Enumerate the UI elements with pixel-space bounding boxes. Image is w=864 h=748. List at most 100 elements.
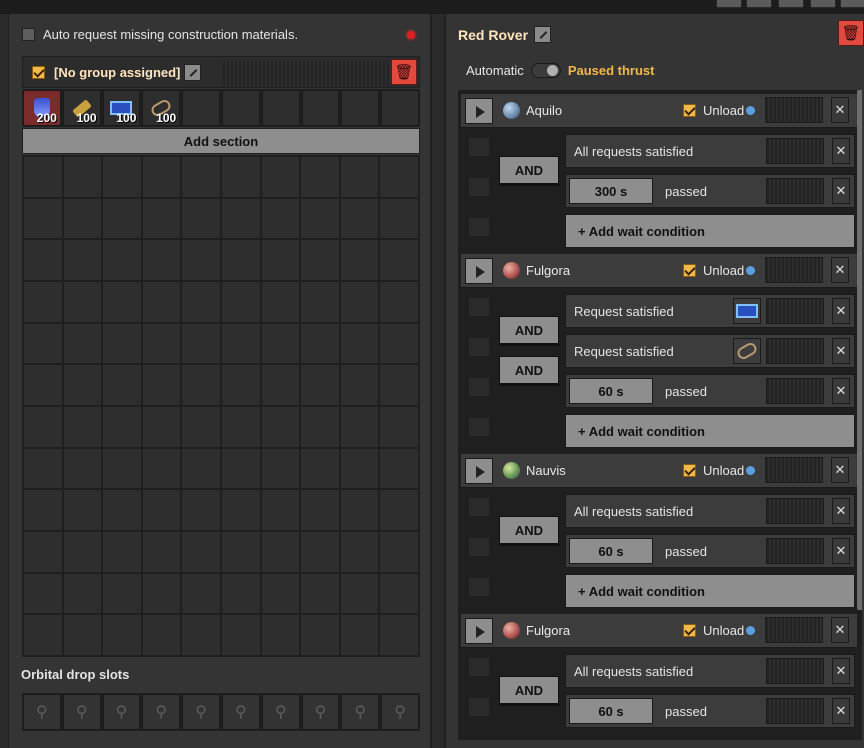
inventory-cell[interactable]	[380, 531, 418, 572]
inventory-cell[interactable]	[142, 490, 181, 530]
inventory-cell[interactable]	[63, 157, 102, 197]
toolbar-button[interactable]	[746, 0, 772, 8]
inventory-cell[interactable]	[261, 365, 300, 405]
inventory-cell[interactable]	[24, 365, 62, 405]
inventory-cell[interactable]	[340, 531, 379, 572]
inventory-cell[interactable]	[24, 240, 62, 280]
inventory-cell[interactable]	[380, 281, 418, 322]
add-wait-condition-button[interactable]: + Add wait condition	[565, 214, 855, 248]
inventory-cell[interactable]	[340, 406, 379, 447]
inventory-cell[interactable]	[182, 365, 220, 405]
inventory-cell[interactable]	[103, 157, 141, 197]
inventory-cell[interactable]	[103, 531, 141, 572]
remove-station-button[interactable]: ✕	[831, 617, 849, 643]
remove-condition-button[interactable]: ✕	[832, 178, 850, 204]
go-to-station-button[interactable]	[465, 257, 493, 284]
inventory-cell[interactable]	[182, 615, 220, 655]
inventory-cell[interactable]	[103, 323, 141, 364]
inventory-cell[interactable]	[24, 323, 62, 364]
unload-checkbox[interactable]	[683, 464, 696, 477]
inventory-cell[interactable]	[380, 448, 418, 489]
inventory-cell[interactable]	[63, 281, 102, 322]
inventory-cell[interactable]	[261, 281, 300, 322]
drag-handle[interactable]	[469, 538, 489, 556]
orbital-slot[interactable]: ⚲	[23, 694, 61, 730]
inventory-cell[interactable]	[340, 448, 379, 489]
orbital-slot[interactable]: ⚲	[62, 694, 101, 730]
inventory-cell[interactable]	[380, 157, 418, 197]
inventory-cell[interactable]	[301, 281, 339, 322]
group-checkbox[interactable]	[32, 65, 45, 79]
inventory-cell[interactable]	[142, 573, 181, 614]
inventory-cell[interactable]	[24, 448, 62, 489]
inventory-cell[interactable]	[63, 323, 102, 364]
unload-option[interactable]: Unload	[683, 263, 756, 278]
inventory-cell[interactable]	[301, 365, 339, 405]
inventory-cell[interactable]	[142, 323, 181, 364]
edit-group-button[interactable]	[184, 63, 202, 81]
drag-handle[interactable]	[469, 578, 489, 596]
inventory-cell[interactable]	[142, 365, 181, 405]
condition-field[interactable]	[766, 338, 824, 364]
inventory-cell[interactable]	[182, 573, 220, 614]
inventory-cell[interactable]	[103, 240, 141, 280]
inventory-cell[interactable]	[103, 406, 141, 447]
inventory-cell[interactable]	[301, 157, 339, 197]
condition-field[interactable]	[766, 498, 824, 524]
inventory-cell[interactable]	[221, 157, 260, 197]
inventory-cell[interactable]	[142, 448, 181, 489]
inventory-cell[interactable]	[63, 531, 102, 572]
inventory-cell[interactable]	[63, 490, 102, 530]
request-slot[interactable]: 100	[142, 90, 181, 126]
inventory-cell[interactable]	[380, 365, 418, 405]
inventory-cell[interactable]	[340, 573, 379, 614]
inventory-cell[interactable]	[182, 323, 220, 364]
remove-station-button[interactable]: ✕	[831, 257, 849, 283]
and-button[interactable]: AND	[499, 516, 559, 544]
inventory-cell[interactable]	[261, 406, 300, 447]
inventory-cell[interactable]	[142, 615, 181, 655]
condition-field[interactable]	[766, 378, 824, 404]
condition-field[interactable]	[766, 698, 824, 724]
inventory-cell[interactable]	[142, 281, 181, 322]
toolbar-button[interactable]	[716, 0, 742, 8]
add-section-button[interactable]: Add section	[22, 128, 420, 154]
drag-handle[interactable]	[469, 698, 489, 716]
orbital-slot[interactable]: ⚲	[261, 694, 300, 730]
inventory-cell[interactable]	[24, 198, 62, 239]
inventory-cell[interactable]	[24, 157, 62, 197]
inventory-cell[interactable]	[182, 240, 220, 280]
add-wait-condition-button[interactable]: + Add wait condition	[565, 414, 855, 448]
inventory-cell[interactable]	[301, 615, 339, 655]
station-row[interactable]: Aquilo Unload ✕	[461, 94, 857, 128]
inventory-cell[interactable]	[142, 157, 181, 197]
remove-condition-button[interactable]: ✕	[832, 378, 850, 404]
request-slot[interactable]: 100	[102, 90, 141, 126]
and-button[interactable]: AND	[499, 676, 559, 704]
time-value-button[interactable]: 60 s	[569, 698, 653, 724]
inventory-cell[interactable]	[221, 198, 260, 239]
inventory-cell[interactable]	[261, 490, 300, 530]
orbital-slot[interactable]: ⚲	[341, 694, 380, 730]
time-value-button[interactable]: 60 s	[569, 538, 653, 564]
inventory-cell[interactable]	[103, 281, 141, 322]
remove-station-button[interactable]: ✕	[831, 97, 849, 123]
inventory-cell[interactable]	[301, 406, 339, 447]
inventory-cell[interactable]	[340, 323, 379, 364]
unload-checkbox[interactable]	[683, 624, 696, 637]
drag-handle[interactable]	[469, 418, 489, 436]
inventory-cell[interactable]	[24, 573, 62, 614]
unload-checkbox[interactable]	[683, 104, 696, 117]
request-slot[interactable]: 100	[62, 90, 101, 126]
and-button[interactable]: AND	[499, 156, 559, 184]
remove-condition-button[interactable]: ✕	[832, 298, 850, 324]
toolbar-button[interactable]	[840, 0, 864, 8]
auto-request-checkbox[interactable]	[22, 28, 35, 41]
inventory-cell[interactable]	[340, 281, 379, 322]
inventory-cell[interactable]	[24, 615, 62, 655]
condition-field[interactable]	[766, 658, 824, 684]
inventory-cell[interactable]	[182, 531, 220, 572]
inventory-cell[interactable]	[340, 365, 379, 405]
circuit-icon[interactable]	[733, 298, 761, 324]
auto-request-option[interactable]: Auto request missing construction materi…	[22, 27, 298, 42]
